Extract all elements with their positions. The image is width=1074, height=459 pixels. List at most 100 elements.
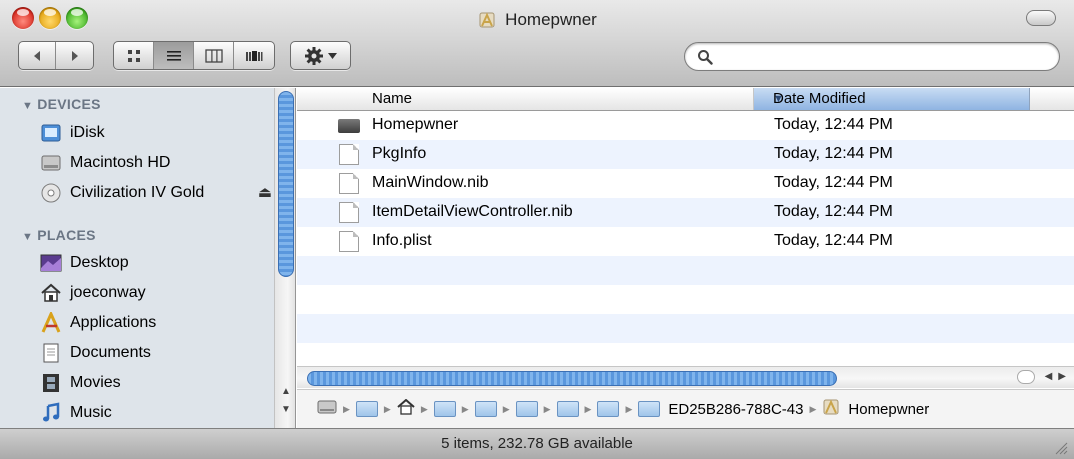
empty-row [297, 256, 1074, 285]
cover-flow-button[interactable] [234, 42, 274, 69]
desktop-icon [40, 252, 62, 274]
list-view-button[interactable] [154, 42, 194, 69]
forward-arrow-icon [71, 50, 78, 61]
window-title: Homepwner [505, 10, 597, 29]
home-icon[interactable] [397, 398, 415, 419]
places-section-header[interactable]: ▼ PLACES [22, 227, 96, 243]
sidebar-item-applications[interactable]: Applications [40, 309, 276, 337]
sort-descending-icon: ▼ [773, 93, 784, 105]
file-row[interactable]: Info.plist Today, 12:44 PM [297, 227, 1074, 256]
cover-flow-icon [246, 50, 263, 61]
sidebar-item-movies[interactable]: Movies [40, 369, 276, 397]
users-folder-icon[interactable] [355, 401, 378, 417]
file-row[interactable]: ItemDetailViewController.nib Today, 12:4… [297, 198, 1074, 227]
scroll-arrows[interactable]: ◀ ▶ [1045, 371, 1066, 382]
sidebar-item-joeconway[interactable]: joeconway [40, 279, 276, 307]
folder-icon[interactable] [597, 401, 620, 417]
action-menu-button[interactable] [290, 41, 351, 70]
document-icon [339, 231, 359, 252]
path-separator-icon: ▶ [809, 403, 817, 414]
cd-icon [40, 182, 62, 204]
title-toolbar: Homepwner [0, 0, 1074, 87]
status-text: 5 items, 232.78 GB available [441, 435, 633, 452]
path-separator-icon: ▶ [584, 403, 592, 414]
list-view-icon [166, 50, 181, 61]
document-icon [339, 173, 359, 194]
empty-row [297, 343, 1074, 366]
sidebar-item-idisk[interactable]: iDisk [40, 119, 276, 147]
sidebar-item-music[interactable]: Music [40, 399, 276, 427]
eject-icon[interactable]: ⏏ [258, 183, 272, 201]
search-input[interactable] [719, 47, 1049, 67]
scroll-down-arrow-icon[interactable]: ▼ [279, 403, 293, 417]
date-modified-column-header[interactable]: Date Modified ▼ [754, 88, 1030, 110]
disclosure-triangle-icon: ▼ [22, 100, 34, 112]
document-icon [339, 202, 359, 223]
path-folder-label[interactable]: ED25B286-788C-43 [668, 401, 803, 418]
column-view-button[interactable] [194, 42, 234, 69]
back-button[interactable] [19, 42, 56, 69]
disclosure-triangle-icon: ▼ [22, 231, 34, 243]
horizontal-scrollbar[interactable]: ◀ ▶ [297, 366, 1074, 388]
sidebar-item-civilization[interactable]: Civilization IV Gold ⏏ [40, 179, 276, 207]
view-mode-control [113, 41, 275, 70]
search-icon [698, 50, 713, 65]
idisk-icon [40, 122, 62, 144]
hard-drive-icon [40, 152, 62, 174]
resize-grip-icon[interactable] [1052, 439, 1068, 455]
file-row[interactable]: MainWindow.nib Today, 12:44 PM [297, 169, 1074, 198]
home-icon [40, 282, 62, 304]
movies-icon [40, 372, 62, 394]
search-field[interactable] [684, 42, 1060, 71]
file-row[interactable]: PkgInfo Today, 12:44 PM [297, 140, 1074, 169]
hard-drive-icon[interactable] [317, 399, 337, 419]
column-view-icon [204, 48, 223, 63]
scroll-left-arrow-icon[interactable]: ◀ [1045, 371, 1053, 382]
path-separator-icon: ▶ [383, 403, 391, 414]
sidebar-scrollbar[interactable]: ▲ ▼ [274, 88, 295, 428]
sidebar-scroll-thumb[interactable] [278, 91, 294, 277]
name-column-header[interactable]: Name [297, 88, 754, 110]
file-row[interactable]: Homepwner Today, 12:44 PM [297, 111, 1074, 140]
documents-icon [40, 342, 62, 364]
path-bar: ▶ ▶ ▶ ▶ ▶ ▶ ▶ ▶ ED25B286-788C-43 ▶ Homep… [297, 389, 1074, 428]
back-arrow-icon [34, 50, 40, 61]
executable-icon [338, 119, 360, 133]
path-separator-icon: ▶ [420, 403, 428, 414]
horizontal-scroll-thumb[interactable] [307, 371, 837, 386]
library-folder-icon[interactable] [433, 401, 456, 417]
folder-icon[interactable] [556, 401, 579, 417]
folder-icon[interactable] [474, 401, 497, 417]
sidebar-item-desktop[interactable]: Desktop [40, 249, 276, 277]
status-bar: 5 items, 232.78 GB available [0, 428, 1074, 459]
folder-icon[interactable] [515, 401, 538, 417]
window-title-bar: Homepwner [0, 10, 1074, 32]
music-icon [40, 402, 62, 424]
path-separator-icon: ▶ [502, 403, 510, 414]
icon-view-icon [127, 49, 140, 62]
application-icon[interactable] [822, 398, 840, 420]
sidebar-item-macintosh-hd[interactable]: Macintosh HD [40, 149, 276, 177]
icon-view-button[interactable] [114, 42, 154, 69]
folder-icon[interactable] [638, 401, 661, 417]
back-forward-control [18, 41, 94, 70]
forward-button[interactable] [56, 42, 93, 69]
empty-row [297, 285, 1074, 314]
finder-window: Homepwner ▼ DEVICES iDisk Macintosh HD C… [0, 0, 1074, 459]
scroll-track-end [1017, 370, 1035, 384]
document-icon [339, 144, 359, 165]
path-separator-icon: ▶ [625, 403, 633, 414]
chevron-down-icon [328, 52, 337, 59]
file-list: Name Date Modified ▼ Homepwner Today, 12… [297, 88, 1074, 428]
empty-row [297, 314, 1074, 343]
path-app-label[interactable]: Homepwner [848, 401, 929, 418]
scroll-up-arrow-icon[interactable]: ▲ [279, 385, 293, 399]
path-separator-icon: ▶ [461, 403, 469, 414]
devices-section-header[interactable]: ▼ DEVICES [22, 96, 101, 112]
path-separator-icon: ▶ [343, 403, 350, 414]
list-header: Name Date Modified ▼ [297, 88, 1074, 111]
sidebar-item-documents[interactable]: Documents [40, 339, 276, 367]
toolbar-toggle-button[interactable] [1026, 10, 1056, 26]
gear-icon [305, 46, 323, 65]
scroll-right-arrow-icon[interactable]: ▶ [1058, 371, 1066, 382]
